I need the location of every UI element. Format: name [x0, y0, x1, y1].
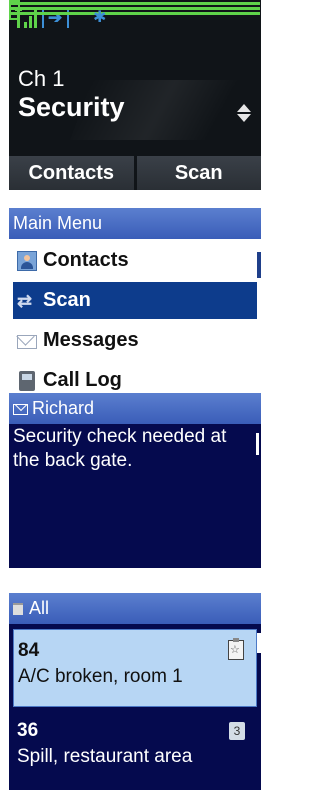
phone-icon — [19, 371, 35, 391]
menu-item-messages[interactable]: Messages — [13, 322, 257, 359]
contact-icon — [17, 251, 37, 271]
bluetooth-icon: ✱ — [93, 9, 107, 26]
transfer-arrow-icon: ➔ — [48, 8, 63, 27]
status-separator — [42, 8, 44, 28]
channel-name: Security — [18, 92, 125, 122]
contacts-softkey[interactable]: Contacts — [9, 156, 134, 190]
item-number: 36 — [17, 720, 39, 741]
channel-up-down-icon[interactable] — [237, 104, 251, 122]
list-title-bar: All — [9, 593, 261, 624]
job-list-screen: All 84 A/C broken, room 1 36 3 Spill, re… — [9, 593, 261, 790]
message-sender: Richard — [32, 398, 95, 418]
scan-icon: ⇄ — [17, 291, 33, 311]
envelope-icon — [13, 404, 28, 415]
list-item[interactable]: 84 A/C broken, room 1 — [13, 629, 257, 707]
signal-icon — [15, 8, 37, 28]
main-menu-screen: Main Menu Contacts ⇄ Scan Messages Call … — [9, 208, 261, 413]
menu-item-contacts[interactable]: Contacts — [13, 242, 257, 279]
status-bar: ➔ ✱ — [9, 0, 261, 34]
clipboard-icon — [228, 638, 244, 660]
softkey-bar: Contacts Scan — [9, 156, 261, 190]
list-icon — [13, 603, 23, 615]
scan-softkey[interactable]: Scan — [136, 156, 261, 190]
list-scrollbar[interactable] — [257, 633, 261, 653]
menu-scrollbar[interactable] — [257, 252, 261, 278]
list-item[interactable]: 36 3 Spill, restaurant area — [13, 710, 257, 788]
envelope-icon — [17, 335, 37, 349]
menu-title-bar: Main Menu — [9, 208, 261, 239]
menu-item-label: Call Log — [43, 369, 122, 391]
menu-item-label: Contacts — [43, 249, 129, 271]
item-text: A/C broken, room 1 — [18, 666, 183, 687]
channel-label: Ch 1 — [18, 66, 65, 91]
message-body: Security check needed at the back gate. — [13, 426, 227, 471]
number-badge-icon: 3 — [229, 722, 245, 740]
item-number: 84 — [18, 640, 40, 661]
home-screen: ➔ ✱ Ch 1 Security Contacts Scan — [9, 0, 261, 190]
menu-item-label: Scan — [43, 289, 91, 311]
message-screen: Richard Security check needed at the bac… — [9, 393, 261, 568]
menu-item-label: Messages — [43, 329, 139, 351]
list-title: All — [29, 598, 50, 618]
menu-item-scan[interactable]: ⇄ Scan — [13, 282, 257, 319]
message-scrollbar[interactable] — [256, 433, 259, 455]
status-separator — [67, 8, 69, 28]
message-title-bar: Richard — [9, 393, 261, 424]
item-text: Spill, restaurant area — [17, 746, 193, 767]
